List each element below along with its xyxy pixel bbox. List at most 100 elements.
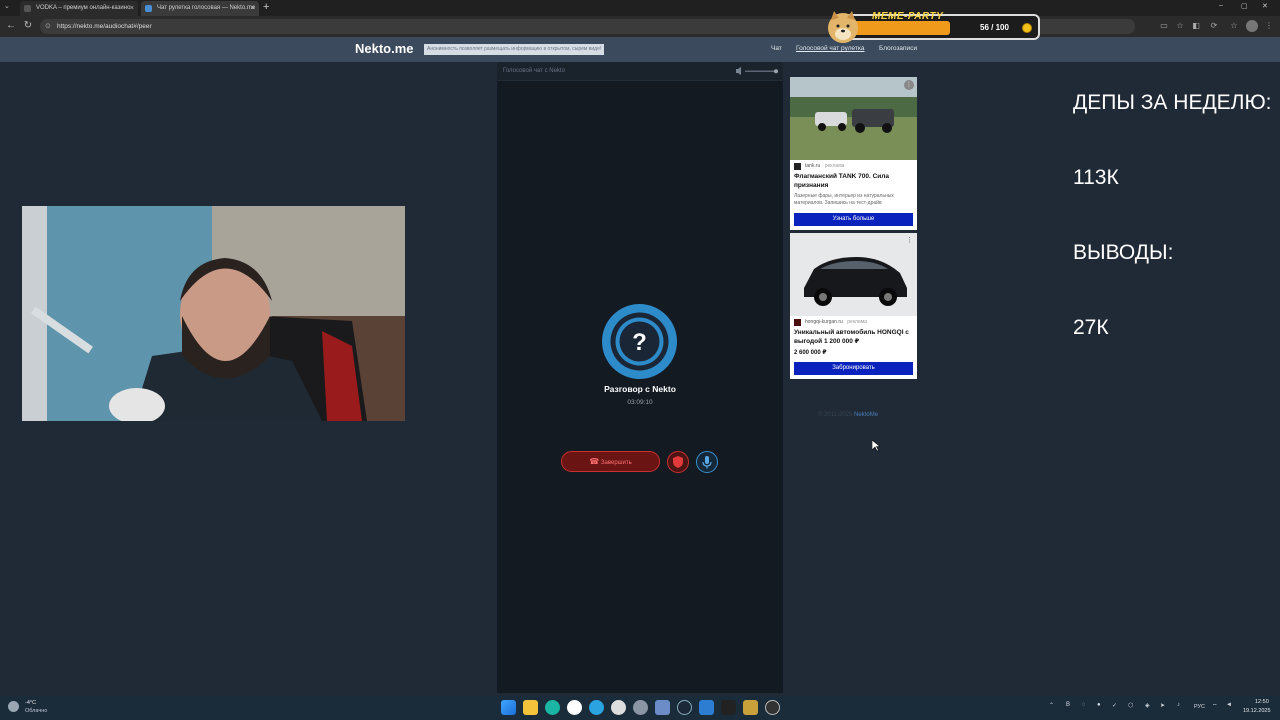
app-x-icon[interactable] xyxy=(743,700,758,715)
start-windows-icon[interactable] xyxy=(501,700,516,715)
back-arrow-icon[interactable]: ← xyxy=(4,19,18,33)
favorites-icon[interactable]: ☆ xyxy=(1228,20,1240,32)
tab-vodka[interactable]: VODKA – премиум онлайн-казино × xyxy=(20,1,138,16)
reload-icon[interactable]: ↻ xyxy=(21,19,35,33)
profile-avatar[interactable] xyxy=(1246,20,1258,32)
ad-image-hongqi xyxy=(790,233,917,316)
network-icon[interactable]: ⌔ xyxy=(1212,702,1218,710)
end-call-button[interactable]: ☎ Завершить xyxy=(561,451,660,472)
maximize-button[interactable]: ▢ xyxy=(1241,2,1248,10)
coin-icon xyxy=(1022,23,1032,33)
install-app-icon[interactable]: ▭ xyxy=(1158,20,1170,32)
ad-card-hongqi[interactable]: ⋮ hongqi-kurgan.ru реклама Уникальный ав… xyxy=(790,233,917,379)
nav-chat[interactable]: Чат xyxy=(771,45,782,52)
avatar-glyph: ? xyxy=(632,329,647,356)
language-indicator[interactable]: РУС xyxy=(1194,704,1205,710)
tab-list-button[interactable]: ⌄ xyxy=(4,2,10,10)
ad-cta-button[interactable]: Забронировать xyxy=(794,362,913,375)
file-explorer-icon[interactable] xyxy=(523,700,538,715)
stream-stats-overlay: ДЕПЫ ЗА НЕДЕЛЮ: 113К ВЫВОДЫ: 27К xyxy=(1073,40,1272,365)
footer-copyright: © 2011-2025 xyxy=(818,412,853,418)
tab-nekto-label: Чат рулетка голосовая — Nekto.me xyxy=(157,5,256,11)
new-tab-button[interactable]: + xyxy=(263,1,269,13)
weather-desc: Облачно xyxy=(25,708,48,714)
hangup-phone-icon: ☎ xyxy=(589,457,600,466)
address-url: https://nekto.me/audiochat#/peer xyxy=(57,23,152,30)
nav-voice-roulette[interactable]: Голосовой чат рулетка xyxy=(796,45,864,52)
tray-app-icon[interactable]: ◈ xyxy=(1145,702,1150,709)
tab-nekto[interactable]: Чат рулетка голосовая — Nekto.me × xyxy=(141,1,259,16)
tray-app-icon[interactable]: ● xyxy=(1097,702,1101,708)
tab-close-icon[interactable]: × xyxy=(130,1,134,16)
ad-options-icon[interactable]: ⋮ xyxy=(904,80,914,90)
site-logo[interactable]: Nekto.me xyxy=(355,41,414,56)
sync-icon[interactable]: ⟳ xyxy=(1208,20,1220,32)
app-s-icon[interactable] xyxy=(699,700,714,715)
weather-temp: -4°C xyxy=(25,700,37,706)
doge-icon xyxy=(828,11,858,43)
extensions-icon[interactable]: ◧ xyxy=(1190,20,1202,32)
menu-dots-icon[interactable]: ⋮ xyxy=(1263,20,1275,32)
ad-options-icon[interactable]: ⋮ xyxy=(906,236,913,244)
tray-overflow-icon[interactable]: ⌃ xyxy=(1049,702,1054,709)
volume-slider[interactable] xyxy=(735,66,779,76)
tray-app-icon[interactable]: B xyxy=(1066,702,1070,708)
nav-blog[interactable]: Блогозаписи xyxy=(879,45,917,52)
steam-icon[interactable] xyxy=(677,700,692,715)
tray-telegram-icon[interactable]: ➤ xyxy=(1160,702,1165,709)
weather-icon xyxy=(8,701,19,712)
app-star-icon[interactable] xyxy=(721,700,736,715)
browser-tab-bar: ⌄ VODKA – премиум онлайн-казино × Чат ру… xyxy=(0,0,1280,16)
panel-title: Голосовой чат с Nekto xyxy=(503,68,565,74)
ad-description: Лазерные фары, интерьер из натуральных м… xyxy=(794,193,894,206)
withdrawals-label: ВЫВОДЫ: xyxy=(1073,241,1174,264)
tray-app-icon[interactable]: ✓ xyxy=(1112,702,1117,709)
footer-brand-link[interactable]: NektoMe xyxy=(854,412,878,418)
app-obs-icon[interactable] xyxy=(765,700,780,715)
settings-gear-icon[interactable] xyxy=(633,700,648,715)
ad-footer: © 2011-2025 NektoMe xyxy=(818,412,878,418)
app-g-icon[interactable] xyxy=(611,700,626,715)
clock-date[interactable]: 19.12.2025 xyxy=(1243,708,1271,714)
mute-button[interactable] xyxy=(696,451,718,473)
tray-app-icon[interactable]: ⬡ xyxy=(1128,702,1133,709)
mouse-cursor-icon xyxy=(872,440,880,452)
ad-image-tank xyxy=(790,77,917,160)
deposits-value: 113К xyxy=(1073,166,1119,189)
weather-widget[interactable]: -4°C Облачно xyxy=(8,700,68,716)
app-diamond-icon[interactable] xyxy=(655,700,670,715)
ad-source-name: tank.ru xyxy=(805,163,821,169)
hongqi-suv-image xyxy=(790,233,917,316)
close-window-button[interactable]: ✕ xyxy=(1262,2,1268,10)
ad-price: 2 600 000 ₽ xyxy=(794,350,827,356)
deposits-label: ДЕПЫ ЗА НЕДЕЛЮ: xyxy=(1073,91,1272,114)
voice-chat-panel: Голосовой чат с Nekto ? Разговор с Nekto… xyxy=(497,62,783,693)
report-button[interactable] xyxy=(667,451,689,473)
question-avatar-icon: ? xyxy=(610,312,669,371)
site-info-icon[interactable]: ⊙ xyxy=(45,19,51,34)
ad-cta-button[interactable]: Узнать больше xyxy=(794,213,913,226)
ad-card-tank[interactable]: ⋮ tank.ru реклама Флагманский TANK 700. … xyxy=(790,77,917,230)
windows-taskbar: -4°C Облачно ⌃ B ◌ ● ✓ ⬡ ◈ ➤ ♪ РУС ⌔ ◄ 1… xyxy=(0,696,1280,720)
ad-source: hongqi-kurgan.ru реклама xyxy=(790,316,917,328)
vodka-favicon-icon xyxy=(24,5,31,12)
minimize-button[interactable]: – xyxy=(1219,2,1223,9)
edge-browser-icon[interactable] xyxy=(545,700,560,715)
nekto-favicon-icon xyxy=(145,5,152,12)
yandex-browser-icon[interactable] xyxy=(567,700,582,715)
volume-icon[interactable]: ◄ xyxy=(1226,702,1232,708)
webcam-frame xyxy=(22,206,405,421)
tab-close-icon[interactable]: × xyxy=(251,1,255,16)
meme-party-bar: MEME-PARTY 56 / 100 xyxy=(828,11,1040,43)
bookmark-star-icon[interactable]: ☆ xyxy=(1174,20,1186,32)
end-call-label: Завершить xyxy=(600,460,632,466)
ad-title[interactable]: Флагманский TANK 700. Сила признания xyxy=(790,172,917,190)
panel-header: Голосовой чат с Nekto xyxy=(497,62,783,81)
ad-title[interactable]: Уникальный автомобиль HONGQI с выгодой 1… xyxy=(790,328,917,346)
tray-microphone-icon[interactable]: ♪ xyxy=(1177,702,1180,708)
tray-app-icon[interactable]: ◌ xyxy=(1082,702,1086,708)
clock-time[interactable]: 12:50 xyxy=(1255,699,1269,705)
hongqi-logo-icon xyxy=(794,319,801,326)
ad-label: реклама xyxy=(824,163,845,169)
telegram-icon[interactable] xyxy=(589,700,604,715)
